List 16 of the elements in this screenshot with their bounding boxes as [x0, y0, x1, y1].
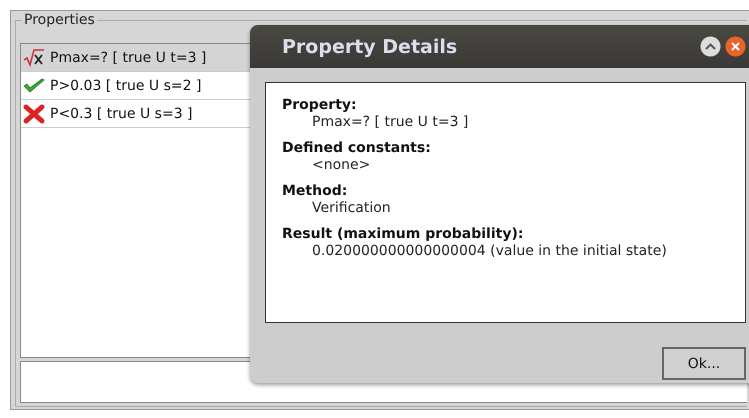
square-root-icon: [23, 48, 45, 66]
section-value: <none>: [311, 157, 372, 173]
section-value: Pmax=? [ true U t=3 ]: [311, 114, 470, 130]
section-heading: Method:: [282, 183, 348, 199]
cross-icon: [23, 104, 45, 124]
section-heading: Defined constants:: [282, 140, 432, 156]
section-value: 0.020000000000000004 (value in the initial state): [311, 243, 668, 259]
dialog-title: Property Details: [282, 36, 458, 58]
panel-title: Properties: [22, 12, 97, 28]
maximize-icon[interactable]: [700, 36, 721, 57]
section-value: Verification: [311, 200, 392, 216]
close-icon[interactable]: [725, 36, 746, 57]
section-heading: Property:: [282, 97, 358, 113]
ok-button[interactable]: Ok...: [662, 347, 746, 380]
check-icon: [23, 78, 45, 94]
section-heading: Result (maximum probability):: [282, 226, 524, 242]
